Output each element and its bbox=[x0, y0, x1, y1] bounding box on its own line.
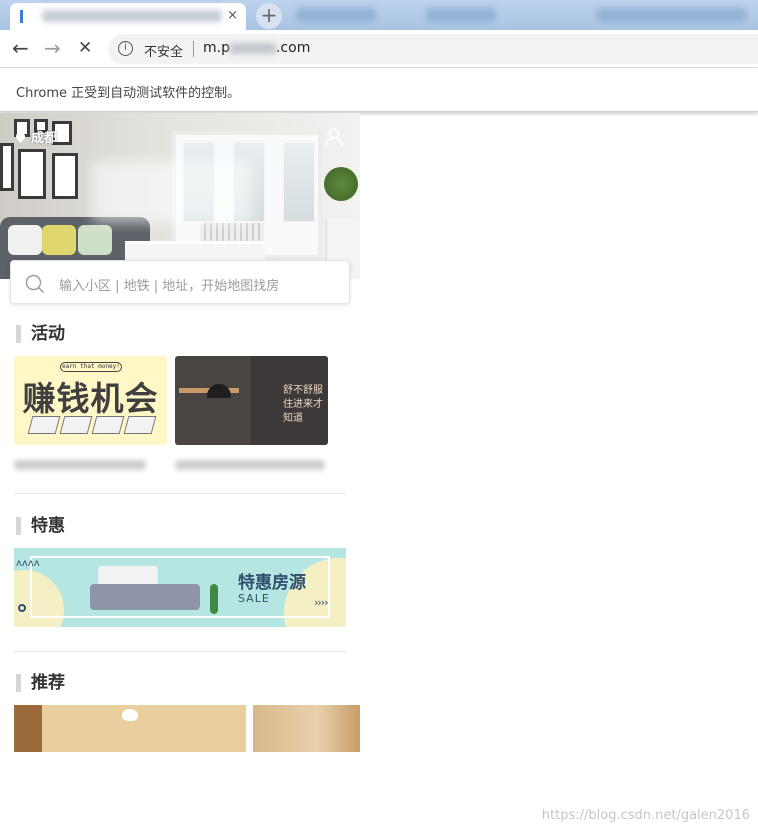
tab-background-3[interactable] bbox=[596, 8, 746, 22]
map-search-box[interactable]: 输入小区 | 地铁 | 地址，开始地图找房 bbox=[10, 260, 350, 304]
tab-background-1[interactable] bbox=[296, 8, 376, 22]
url-text[interactable]: m.p .com bbox=[203, 40, 310, 56]
chair bbox=[207, 384, 231, 434]
ceiling-lamp bbox=[122, 709, 138, 721]
activity-card-earn[interactable]: earn that money! 赚钱机会 bbox=[14, 356, 167, 445]
wall-picture bbox=[18, 149, 46, 199]
section-title-recommend: 推荐 bbox=[16, 674, 65, 692]
promo-subtitle: SALE bbox=[238, 592, 270, 605]
browser-toolbar: ← → ✕ i 不安全 m.p .com bbox=[0, 30, 758, 68]
bed bbox=[90, 584, 200, 610]
search-icon bbox=[25, 274, 44, 293]
coin-icon bbox=[27, 416, 61, 434]
ring-decor bbox=[18, 604, 26, 612]
pillow bbox=[42, 225, 76, 255]
recommend-listing-image[interactable] bbox=[14, 705, 246, 752]
tab-close-icon[interactable]: × bbox=[227, 8, 238, 23]
automation-infobar: Chrome 正受到自动测试软件的控制。 bbox=[0, 68, 758, 112]
tab-strip: × + bbox=[0, 0, 758, 30]
chevrons-icon: ›››› bbox=[314, 596, 329, 609]
city-selector[interactable]: 成都 bbox=[14, 127, 58, 146]
infobar-message: Chrome 正受到自动测试软件的控制。 bbox=[16, 86, 241, 101]
insecure-label: 不安全 bbox=[144, 45, 184, 60]
forward-button[interactable]: → bbox=[44, 36, 61, 60]
plant bbox=[324, 167, 358, 201]
promo-title: 特惠房源 bbox=[238, 573, 306, 593]
window-pane bbox=[282, 141, 316, 223]
tab-background-2[interactable] bbox=[426, 8, 496, 22]
url-prefix: m.p bbox=[203, 40, 230, 56]
wall-picture bbox=[52, 153, 78, 199]
cactus bbox=[210, 584, 218, 614]
recommend-listing-image[interactable] bbox=[253, 705, 360, 752]
pillow bbox=[78, 225, 112, 255]
card-tag: earn that money! bbox=[60, 362, 122, 372]
url-redacted bbox=[229, 42, 276, 54]
section-divider bbox=[14, 651, 346, 652]
card-caption-redacted bbox=[14, 460, 146, 470]
pillow bbox=[8, 225, 42, 255]
city-label: 成都 bbox=[31, 131, 58, 146]
coin-icon bbox=[123, 416, 157, 434]
zigzag-decor: ʌʌʌʌ bbox=[16, 558, 40, 569]
brand-logo-redacted bbox=[92, 161, 252, 223]
card-slogan-2: 住进来才知道 bbox=[283, 399, 323, 424]
card-slogan-1: 舒不舒服 bbox=[283, 385, 323, 396]
deals-banner[interactable]: ʌʌʌʌ 特惠房源 SALE ›››› bbox=[14, 548, 346, 627]
hero-banner[interactable]: 成都 bbox=[0, 113, 360, 279]
new-tab-button[interactable]: + bbox=[256, 3, 282, 29]
url-suffix: .com bbox=[275, 40, 311, 56]
address-separator bbox=[193, 41, 194, 57]
activity-card-comfort[interactable]: 舒不舒服 住进来才知道 bbox=[175, 356, 328, 445]
section-divider bbox=[14, 493, 346, 494]
stop-loading-button[interactable]: ✕ bbox=[78, 36, 92, 60]
watermark: https://blog.csdn.net/galen2016 bbox=[541, 808, 750, 823]
address-bar[interactable]: i 不安全 m.p .com bbox=[108, 34, 758, 64]
coin-icon bbox=[91, 416, 125, 434]
user-icon[interactable] bbox=[324, 127, 344, 147]
back-button[interactable]: ← bbox=[12, 36, 29, 60]
coin-icon bbox=[59, 416, 93, 434]
page-favicon-icon bbox=[20, 10, 30, 23]
card-title: 赚钱机会 bbox=[22, 379, 159, 418]
browser-window: × + ← → ✕ i 不安全 m.p .com Chrome 正受到自动测试软件… bbox=[0, 0, 758, 834]
wall-picture bbox=[0, 143, 14, 191]
site-info-icon[interactable]: i bbox=[118, 41, 133, 56]
location-pin-icon bbox=[14, 130, 27, 143]
section-title-deals: 特惠 bbox=[16, 517, 65, 535]
tab-active[interactable]: × bbox=[10, 3, 246, 30]
section-title-activity: 活动 bbox=[16, 325, 65, 343]
search-placeholder: 输入小区 | 地铁 | 地址，开始地图找房 bbox=[59, 279, 280, 294]
mobile-page: 成都 输入小区 | 地铁 | 地址，开始地图找房 活动 earn that mo… bbox=[0, 113, 360, 752]
card-caption-redacted bbox=[175, 460, 325, 470]
tab-title-blurred bbox=[42, 10, 222, 22]
